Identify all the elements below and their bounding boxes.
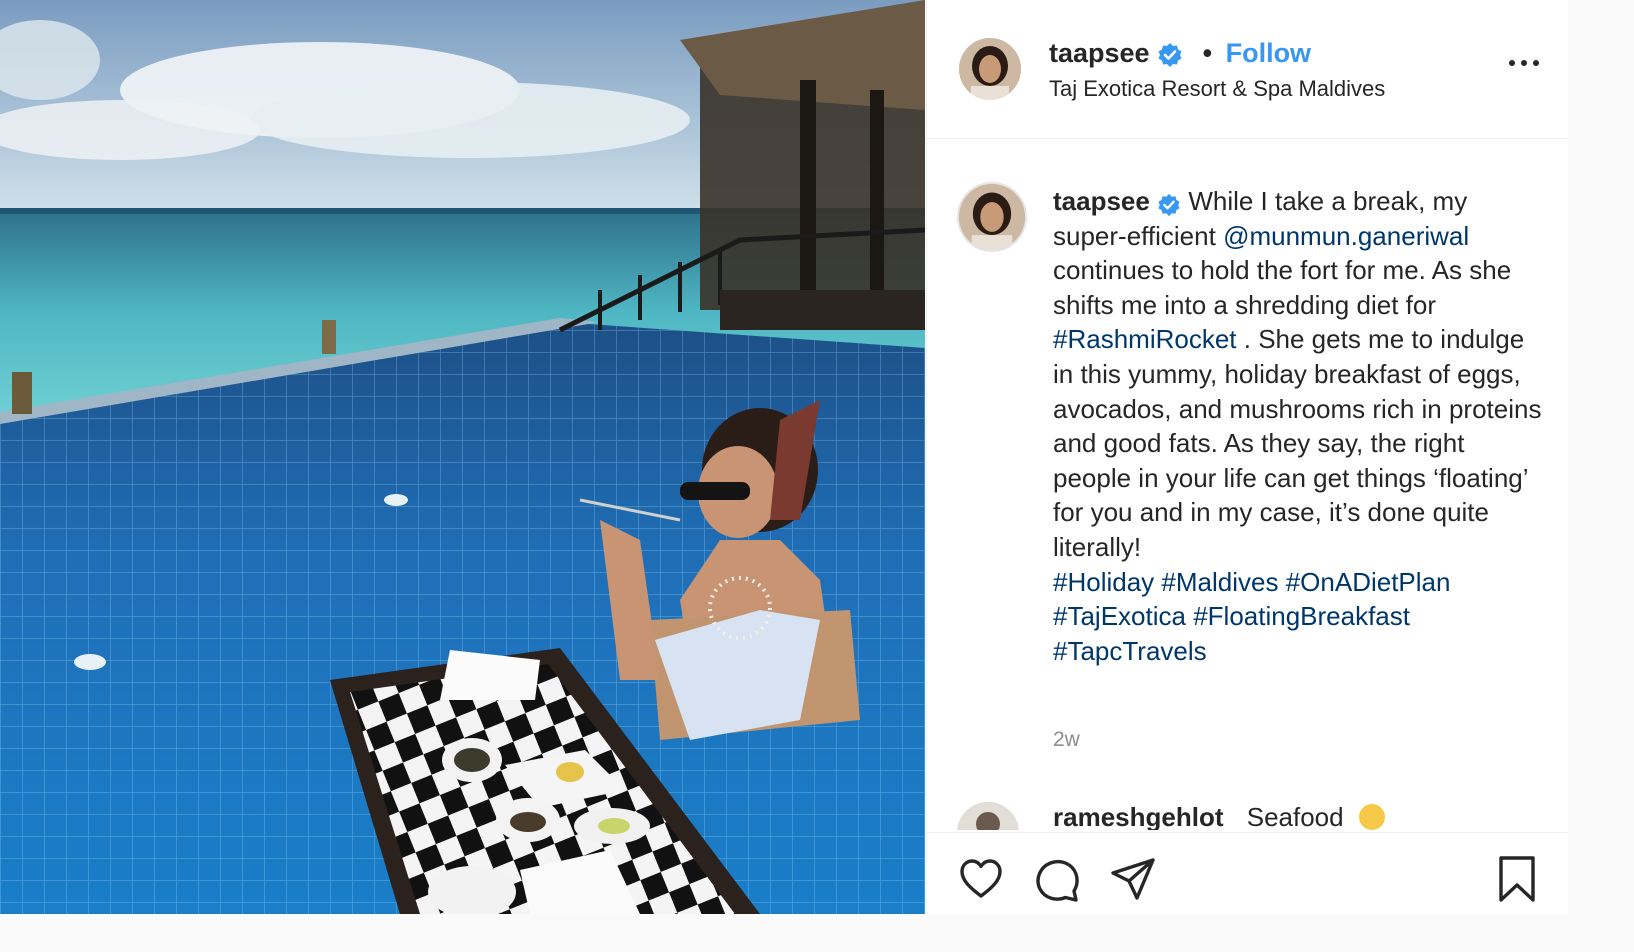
author-avatar-image	[959, 38, 1021, 100]
comment-text-row: rameshgehlot Seafood	[1053, 802, 1385, 830]
post-header: taapsee • Follow Taj Exotica Resort & Sp…	[927, 0, 1568, 139]
comment-text: Seafood	[1246, 802, 1344, 830]
caption-author-avatar[interactable]	[957, 182, 1027, 252]
comment-row: rameshgehlot Seafood	[927, 798, 1568, 830]
comment-icon[interactable]	[1033, 855, 1081, 903]
emoji-icon	[1358, 804, 1385, 830]
hashtag-link[interactable]: #Maldives	[1161, 567, 1278, 597]
verified-badge-icon	[1157, 42, 1183, 68]
post-caption: taapsee While I take a break, my super-e…	[1053, 184, 1543, 668]
share-icon[interactable]	[1109, 855, 1157, 903]
caption-text-2: continues to hold the fort for me. As sh…	[1053, 255, 1512, 320]
follow-button[interactable]: Follow	[1226, 38, 1311, 68]
hashtag-link[interactable]: #Holiday	[1053, 567, 1154, 597]
post-timestamp[interactable]: 2w	[1053, 728, 1080, 752]
post-sidebar: taapsee • Follow Taj Exotica Resort & Sp…	[926, 0, 1568, 914]
hashtag-link[interactable]: #FloatingBreakfast	[1193, 601, 1410, 631]
caption-mention-link[interactable]: @munmun.ganeriwal	[1223, 221, 1469, 251]
commenter-username[interactable]: rameshgehlot	[1053, 802, 1224, 830]
author-username[interactable]: taapsee	[1049, 38, 1150, 68]
more-options-icon[interactable]	[1509, 60, 1539, 70]
post-photo[interactable]	[0, 0, 925, 914]
caption-text-3: . She gets me to indulge in this yummy, …	[1053, 324, 1542, 562]
pool-breakfast-image	[0, 0, 925, 914]
author-avatar[interactable]	[959, 38, 1021, 100]
post-location[interactable]: Taj Exotica Resort & Spa Maldives	[1049, 76, 1385, 102]
post-actions-bar	[927, 832, 1568, 914]
commenter-avatar[interactable]	[957, 802, 1019, 830]
hashtag-link[interactable]: #TapcTravels	[1053, 636, 1207, 666]
caption-avatar-image	[959, 184, 1025, 250]
hashtag-link[interactable]: #RashmiRocket	[1053, 324, 1237, 354]
caption-username[interactable]: taapsee	[1053, 186, 1150, 216]
hashtag-link[interactable]: #TajExotica	[1053, 601, 1186, 631]
verified-badge-icon	[1157, 191, 1181, 217]
heart-icon[interactable]	[957, 855, 1005, 903]
post-window: taapsee • Follow Taj Exotica Resort & Sp…	[0, 0, 1568, 914]
header-separator: •	[1202, 38, 1213, 68]
commenter-avatar-image	[957, 802, 1019, 830]
bookmark-icon[interactable]	[1493, 855, 1541, 903]
hashtag-link[interactable]: #OnADietPlan	[1286, 567, 1451, 597]
header-title-row: taapsee • Follow	[1049, 36, 1311, 70]
